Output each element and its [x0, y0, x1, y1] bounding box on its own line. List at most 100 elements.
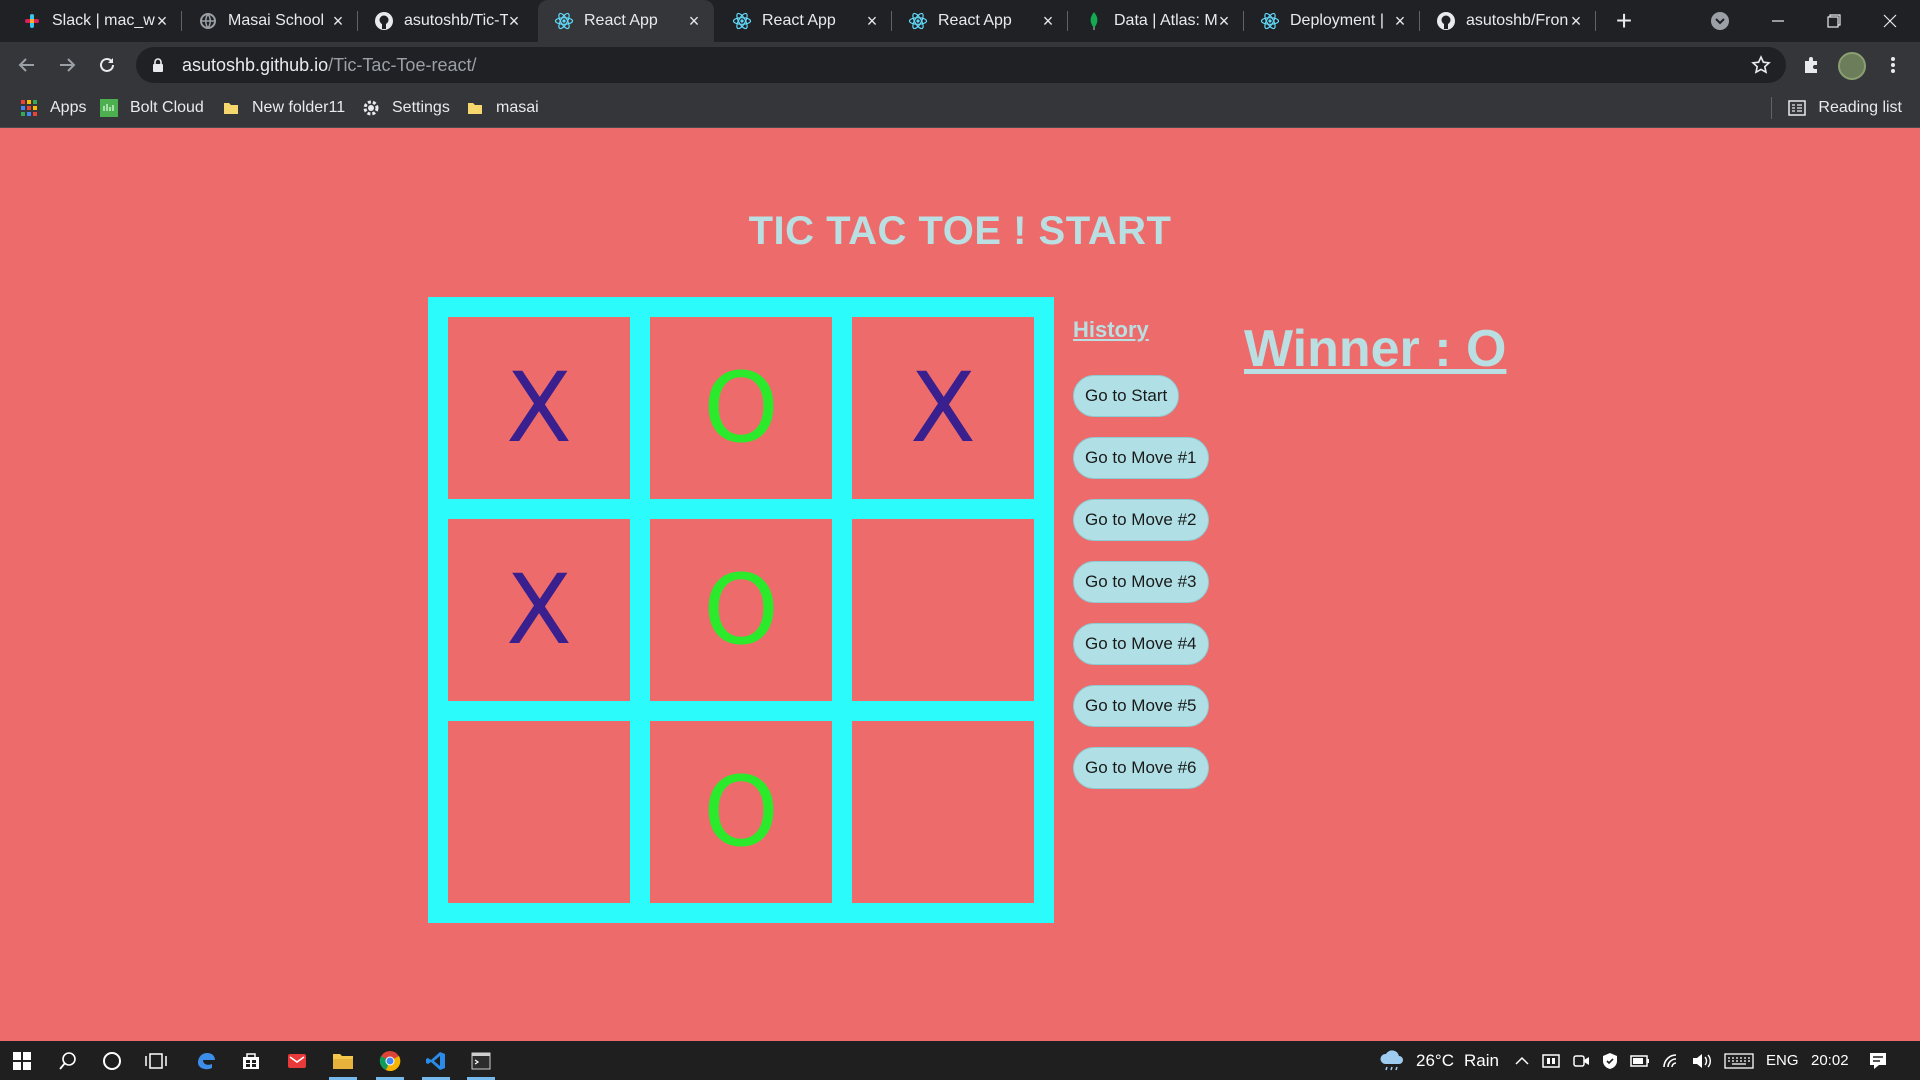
tab-label: asutoshb/Fron — [1466, 12, 1569, 29]
tab-label: React App — [762, 12, 836, 29]
security-shield-icon[interactable] — [1601, 1041, 1619, 1080]
bookmark-label: New folder11 — [252, 99, 346, 116]
restore-window-icon[interactable] — [1806, 0, 1862, 42]
close-tab-icon[interactable]: × — [328, 11, 348, 31]
meet-now-icon[interactable] — [1572, 1041, 1590, 1080]
close-tab-icon[interactable]: × — [684, 11, 704, 31]
edge-browser-icon[interactable] — [184, 1041, 228, 1080]
apps-grid-icon — [20, 99, 38, 117]
weather-description: Rain — [1463, 1050, 1499, 1070]
move-history-list: Go to Start Go to Move #1 Go to Move #2 … — [1073, 375, 1209, 789]
github-icon — [1436, 11, 1456, 31]
wifi-icon[interactable] — [1662, 1041, 1682, 1080]
board-square-1[interactable]: X — [448, 317, 630, 499]
close-tab-icon[interactable]: × — [504, 11, 524, 31]
tab-label: Masai School — [228, 12, 325, 29]
bookmark-bolt-cloud[interactable]: Bolt Cloud — [100, 88, 204, 128]
extensions-puzzle-icon[interactable] — [1796, 50, 1826, 80]
touch-keyboard-icon[interactable] — [1724, 1041, 1754, 1080]
react-icon — [732, 11, 752, 31]
search-icon[interactable] — [46, 1041, 90, 1080]
more-menu-icon[interactable] — [1878, 50, 1908, 80]
close-tab-icon[interactable]: × — [152, 11, 172, 31]
close-tab-icon[interactable]: × — [862, 11, 882, 31]
task-view-icon[interactable] — [134, 1041, 178, 1080]
terminal-icon[interactable] — [459, 1041, 503, 1080]
board-square-6[interactable] — [852, 519, 1034, 701]
show-hidden-icons-chevron-icon[interactable] — [1514, 1041, 1530, 1080]
winner-status: Winner : O — [1244, 320, 1507, 378]
tray-app-icon[interactable] — [1542, 1041, 1560, 1080]
back-arrow-icon[interactable] — [12, 50, 42, 80]
vscode-icon[interactable] — [414, 1041, 458, 1080]
mail-app-icon[interactable] — [275, 1041, 319, 1080]
weather-temperature: 26°C — [1416, 1050, 1454, 1070]
lock-icon[interactable] — [152, 57, 166, 73]
board-square-5[interactable]: O — [650, 519, 832, 701]
reading-list[interactable]: Reading list — [1771, 88, 1902, 128]
go-to-move-6-button[interactable]: Go to Move #6 — [1073, 747, 1209, 789]
board-square-4[interactable]: X — [448, 519, 630, 701]
tab-label: React App — [938, 12, 1012, 29]
address-bar[interactable]: asutoshb.github.io/Tic-Tac-Toe-react/ — [136, 47, 1786, 83]
input-language[interactable]: ENG — [1766, 1041, 1799, 1080]
go-to-move-2-button[interactable]: Go to Move #2 — [1073, 499, 1209, 541]
react-icon — [908, 11, 928, 31]
bookmark-apps[interactable]: Apps — [20, 88, 86, 128]
board-square-9[interactable] — [852, 721, 1034, 903]
tab-slack[interactable]: Slack | mac_w × — [6, 0, 182, 42]
go-to-move-1-button[interactable]: Go to Move #1 — [1073, 437, 1209, 479]
bookmark-settings[interactable]: Settings — [362, 88, 450, 128]
reload-icon[interactable] — [92, 50, 122, 80]
tab-react-app-active[interactable]: React App × — [538, 0, 714, 42]
minimize-window-icon[interactable] — [1750, 0, 1806, 42]
go-to-move-4-button[interactable]: Go to Move #4 — [1073, 623, 1209, 665]
bookmark-label: Apps — [50, 99, 87, 116]
tab-search-icon[interactable] — [1707, 8, 1733, 34]
tab-react-app-2[interactable]: React App × — [716, 0, 892, 42]
tab-label: Slack | mac_w — [52, 12, 155, 29]
tab-github-tic-tac-toe[interactable]: asutoshb/Tic-T × — [358, 0, 534, 42]
folder-icon — [466, 99, 484, 117]
close-window-icon[interactable] — [1862, 0, 1918, 42]
bookmark-label: masai — [496, 99, 539, 116]
bookmark-label: Bolt Cloud — [130, 99, 204, 116]
close-tab-icon[interactable]: × — [1566, 11, 1586, 31]
tab-masai-school[interactable]: Masai School × — [182, 0, 358, 42]
notification-center-icon[interactable] — [1868, 1041, 1888, 1080]
windows-start-icon[interactable] — [0, 1041, 44, 1080]
url-path: /Tic-Tac-Toe-react/ — [328, 54, 477, 75]
cortana-icon[interactable] — [90, 1041, 134, 1080]
store-bag-icon[interactable] — [229, 1041, 273, 1080]
close-tab-icon[interactable]: × — [1390, 11, 1410, 31]
weather-widget[interactable]: 26°C Rain — [1378, 1041, 1499, 1080]
profile-avatar[interactable] — [1838, 52, 1866, 80]
tab-separator — [1595, 11, 1596, 31]
close-tab-icon[interactable]: × — [1214, 11, 1234, 31]
game-title: TIC TAC TOE ! START — [748, 209, 1172, 253]
bookmark-masai[interactable]: masai — [466, 88, 539, 128]
forward-arrow-icon[interactable] — [52, 50, 82, 80]
chrome-browser-icon[interactable] — [368, 1041, 412, 1080]
bookmark-star-icon[interactable] — [1750, 54, 1772, 76]
bookmark-new-folder11[interactable]: New folder11 — [222, 88, 345, 128]
board-square-3[interactable]: X — [852, 317, 1034, 499]
board-square-8[interactable]: O — [650, 721, 832, 903]
volume-icon[interactable] — [1691, 1041, 1711, 1080]
file-explorer-icon[interactable] — [321, 1041, 365, 1080]
close-tab-icon[interactable]: × — [1038, 11, 1058, 31]
go-to-move-5-button[interactable]: Go to Move #5 — [1073, 685, 1209, 727]
tab-deployment[interactable]: Deployment | × — [1244, 0, 1420, 42]
board-square-2[interactable]: O — [650, 317, 832, 499]
new-tab-button[interactable]: + — [1609, 5, 1639, 36]
board-square-7[interactable] — [448, 721, 630, 903]
go-to-start-button[interactable]: Go to Start — [1073, 375, 1180, 417]
tab-react-app-3[interactable]: React App × — [892, 0, 1068, 42]
go-to-move-3-button[interactable]: Go to Move #3 — [1073, 561, 1209, 603]
tab-github-frontend[interactable]: asutoshb/Fron × — [1420, 0, 1596, 42]
battery-icon[interactable] — [1630, 1041, 1650, 1080]
clock-time[interactable]: 20:02 — [1811, 1041, 1849, 1080]
tab-mongodb-atlas[interactable]: Data | Atlas: M × — [1068, 0, 1244, 42]
slack-icon — [22, 11, 42, 31]
url-text: asutoshb.github.io/Tic-Tac-Toe-react/ — [182, 55, 476, 76]
